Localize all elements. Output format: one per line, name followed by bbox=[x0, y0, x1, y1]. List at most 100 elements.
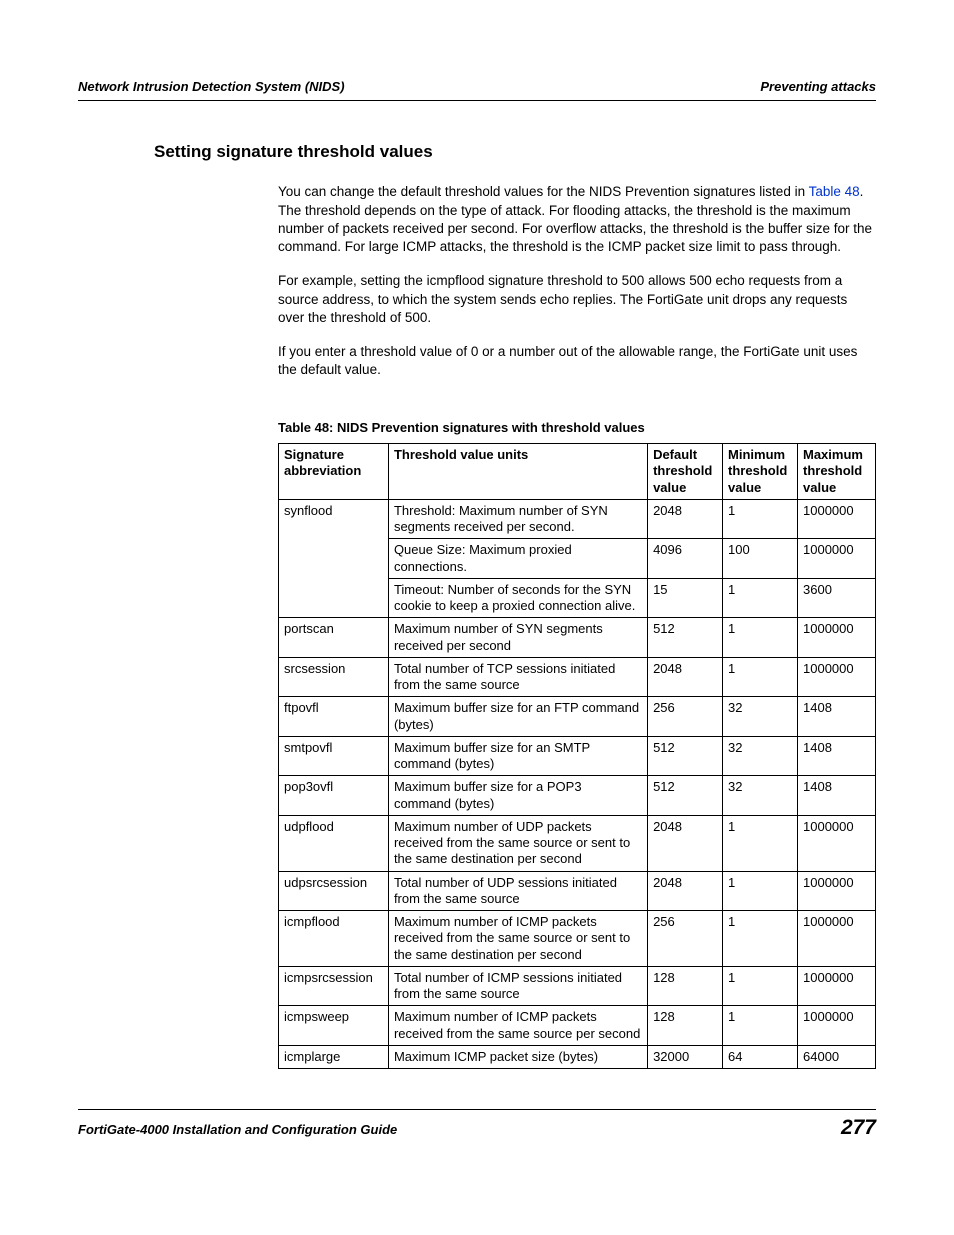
cell-min: 64 bbox=[723, 1045, 798, 1068]
cell-min: 1 bbox=[723, 618, 798, 658]
header-left: Network Intrusion Detection System (NIDS… bbox=[78, 78, 345, 96]
cell-def: 256 bbox=[648, 697, 723, 737]
cell-max: 64000 bbox=[798, 1045, 876, 1068]
table-row: icmpflood Maximum number of ICMP packets… bbox=[279, 911, 876, 967]
cell-units: Threshold: Maximum number of SYN segment… bbox=[388, 499, 647, 539]
table-48-link[interactable]: Table 48 bbox=[809, 184, 860, 199]
cell-max: 1408 bbox=[798, 736, 876, 776]
table-row: udpflood Maximum number of UDP packets r… bbox=[279, 815, 876, 871]
footer-left: FortiGate-4000 Installation and Configur… bbox=[78, 1121, 397, 1139]
th-max: Maximum threshold value bbox=[798, 444, 876, 500]
cell-max: 1000000 bbox=[798, 871, 876, 911]
cell-def: 512 bbox=[648, 736, 723, 776]
cell-def: 2048 bbox=[648, 871, 723, 911]
threshold-table: Signature abbreviation Threshold value u… bbox=[278, 443, 876, 1069]
table-row: ftpovfl Maximum buffer size for an FTP c… bbox=[279, 697, 876, 737]
cell-max: 1408 bbox=[798, 776, 876, 816]
footer-rule bbox=[78, 1109, 876, 1110]
page-footer: FortiGate-4000 Installation and Configur… bbox=[78, 1114, 876, 1142]
cell-min: 1 bbox=[723, 815, 798, 871]
th-units: Threshold value units bbox=[388, 444, 647, 500]
cell-def: 32000 bbox=[648, 1045, 723, 1068]
cell-units: Maximum number of UDP packets received f… bbox=[388, 815, 647, 871]
cell-def: 2048 bbox=[648, 815, 723, 871]
cell-abbrev: srcsession bbox=[279, 657, 389, 697]
cell-def: 128 bbox=[648, 966, 723, 1006]
cell-max: 1000000 bbox=[798, 911, 876, 967]
table-row: portscan Maximum number of SYN segments … bbox=[279, 618, 876, 658]
table-row: udpsrcsession Total number of UDP sessio… bbox=[279, 871, 876, 911]
cell-max: 1000000 bbox=[798, 966, 876, 1006]
cell-units: Total number of UDP sessions initiated f… bbox=[388, 871, 647, 911]
cell-units: Maximum number of SYN segments received … bbox=[388, 618, 647, 658]
table-row: icmplarge Maximum ICMP packet size (byte… bbox=[279, 1045, 876, 1068]
cell-min: 1 bbox=[723, 1006, 798, 1046]
cell-min: 32 bbox=[723, 776, 798, 816]
cell-abbrev: icmpsweep bbox=[279, 1006, 389, 1046]
cell-def: 15 bbox=[648, 578, 723, 618]
cell-units: Queue Size: Maximum proxied connections. bbox=[388, 539, 647, 579]
paragraph-3: If you enter a threshold value of 0 or a… bbox=[278, 343, 876, 379]
cell-units: Maximum buffer size for an FTP command (… bbox=[388, 697, 647, 737]
cell-max: 1408 bbox=[798, 697, 876, 737]
table-header-row: Signature abbreviation Threshold value u… bbox=[279, 444, 876, 500]
cell-def: 2048 bbox=[648, 657, 723, 697]
cell-units: Maximum number of ICMP packets received … bbox=[388, 911, 647, 967]
cell-max: 1000000 bbox=[798, 499, 876, 539]
cell-abbrev: ftpovfl bbox=[279, 697, 389, 737]
cell-abbrev: icmpsrcsession bbox=[279, 966, 389, 1006]
cell-def: 512 bbox=[648, 776, 723, 816]
cell-units: Total number of ICMP sessions initiated … bbox=[388, 966, 647, 1006]
cell-units: Maximum number of ICMP packets received … bbox=[388, 1006, 647, 1046]
cell-min: 100 bbox=[723, 539, 798, 579]
table-row: pop3ovfl Maximum buffer size for a POP3 … bbox=[279, 776, 876, 816]
section-title: Setting signature threshold values bbox=[154, 141, 876, 164]
cell-abbrev: synflood bbox=[279, 499, 389, 618]
cell-min: 1 bbox=[723, 911, 798, 967]
cell-min: 1 bbox=[723, 966, 798, 1006]
body-content: You can change the default threshold val… bbox=[278, 183, 876, 1069]
cell-min: 32 bbox=[723, 697, 798, 737]
cell-units: Maximum buffer size for an SMTP command … bbox=[388, 736, 647, 776]
table-row: srcsession Total number of TCP sessions … bbox=[279, 657, 876, 697]
cell-units: Maximum buffer size for a POP3 command (… bbox=[388, 776, 647, 816]
cell-max: 1000000 bbox=[798, 539, 876, 579]
cell-max: 1000000 bbox=[798, 618, 876, 658]
table-body: synflood Threshold: Maximum number of SY… bbox=[279, 499, 876, 1068]
cell-def: 4096 bbox=[648, 539, 723, 579]
cell-def: 2048 bbox=[648, 499, 723, 539]
paragraph-2: For example, setting the icmpflood signa… bbox=[278, 272, 876, 327]
th-min: Minimum threshold value bbox=[723, 444, 798, 500]
p1-text-a: You can change the default threshold val… bbox=[278, 184, 809, 199]
cell-units: Timeout: Number of seconds for the SYN c… bbox=[388, 578, 647, 618]
paragraph-1: You can change the default threshold val… bbox=[278, 183, 876, 256]
cell-abbrev: smtpovfl bbox=[279, 736, 389, 776]
cell-max: 3600 bbox=[798, 578, 876, 618]
page-header: Network Intrusion Detection System (NIDS… bbox=[78, 78, 876, 100]
th-default: Default threshold value bbox=[648, 444, 723, 500]
table-row: icmpsrcsession Total number of ICMP sess… bbox=[279, 966, 876, 1006]
cell-max: 1000000 bbox=[798, 815, 876, 871]
cell-def: 512 bbox=[648, 618, 723, 658]
cell-max: 1000000 bbox=[798, 657, 876, 697]
cell-min: 32 bbox=[723, 736, 798, 776]
th-abbrev: Signature abbreviation bbox=[279, 444, 389, 500]
table-row: smtpovfl Maximum buffer size for an SMTP… bbox=[279, 736, 876, 776]
cell-min: 1 bbox=[723, 499, 798, 539]
cell-abbrev: udpsrcsession bbox=[279, 871, 389, 911]
cell-min: 1 bbox=[723, 871, 798, 911]
cell-min: 1 bbox=[723, 657, 798, 697]
cell-units: Total number of TCP sessions initiated f… bbox=[388, 657, 647, 697]
cell-abbrev: udpflood bbox=[279, 815, 389, 871]
cell-abbrev: icmplarge bbox=[279, 1045, 389, 1068]
table-row: synflood Threshold: Maximum number of SY… bbox=[279, 499, 876, 539]
cell-max: 1000000 bbox=[798, 1006, 876, 1046]
header-right: Preventing attacks bbox=[760, 78, 876, 96]
header-rule bbox=[78, 100, 876, 101]
cell-def: 256 bbox=[648, 911, 723, 967]
table-row: icmpsweep Maximum number of ICMP packets… bbox=[279, 1006, 876, 1046]
cell-def: 128 bbox=[648, 1006, 723, 1046]
cell-units: Maximum ICMP packet size (bytes) bbox=[388, 1045, 647, 1068]
cell-abbrev: icmpflood bbox=[279, 911, 389, 967]
table-caption: Table 48: NIDS Prevention signatures wit… bbox=[278, 419, 876, 437]
